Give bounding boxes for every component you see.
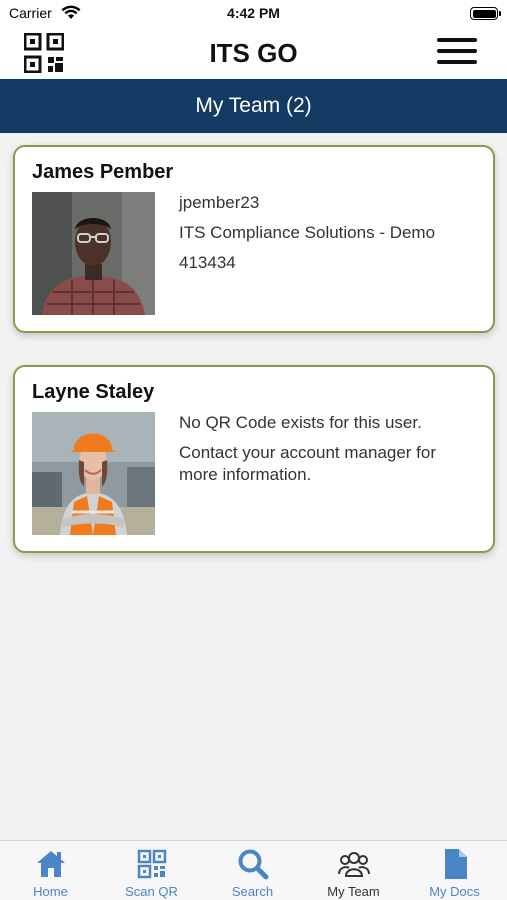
tab-label: Home xyxy=(33,884,68,899)
member-company: ITS Compliance Solutions - Demo xyxy=(179,223,436,242)
home-icon xyxy=(37,851,65,877)
team-member-card[interactable]: Layne Staley No QR Code exists for this … xyxy=(13,365,495,553)
section-title: My Team (2) xyxy=(0,79,507,133)
tab-search[interactable]: Search xyxy=(202,841,303,900)
qr-scan-icon xyxy=(137,849,167,879)
member-username: jpember23 xyxy=(179,193,260,212)
tab-label: Search xyxy=(231,884,274,899)
hamburger-menu-icon[interactable] xyxy=(437,38,477,68)
tab-scan-qr[interactable]: Scan QR xyxy=(101,841,202,900)
clock: 4:42 PM xyxy=(227,5,280,21)
contact-message: Contact your account manager for more in… xyxy=(179,443,437,484)
team-icon xyxy=(338,852,370,877)
app-title: ITS GO xyxy=(209,38,298,68)
tab-bar: Home Scan QR Search My Team My Docs xyxy=(0,840,507,900)
status-bar: Carrier 4:42 PM xyxy=(0,0,507,28)
tab-my-docs[interactable]: My Docs xyxy=(404,841,505,900)
battery-icon xyxy=(470,7,501,20)
tab-home[interactable]: Home xyxy=(0,841,101,900)
member-id: 413434 xyxy=(179,253,236,272)
tab-my-team[interactable]: My Team xyxy=(303,841,404,900)
member-info: No QR Code exists for this user. Contact… xyxy=(179,412,479,494)
member-name: James Pember xyxy=(32,161,174,183)
tab-label: Scan QR xyxy=(125,884,178,899)
team-member-card[interactable]: James Pember jpember23 ITS Compliance So… xyxy=(13,145,495,333)
member-name: Layne Staley xyxy=(32,381,155,403)
member-photo xyxy=(32,412,155,535)
tab-label: My Team xyxy=(327,884,380,899)
member-info: jpember23 ITS Compliance Solutions - Dem… xyxy=(179,192,479,282)
member-photo xyxy=(32,192,155,315)
document-icon xyxy=(445,849,467,879)
search-icon xyxy=(238,849,269,880)
no-qr-message: No QR Code exists for this user. xyxy=(179,413,422,432)
app-header: ITS GO xyxy=(0,28,507,79)
tab-label: My Docs xyxy=(429,884,480,899)
